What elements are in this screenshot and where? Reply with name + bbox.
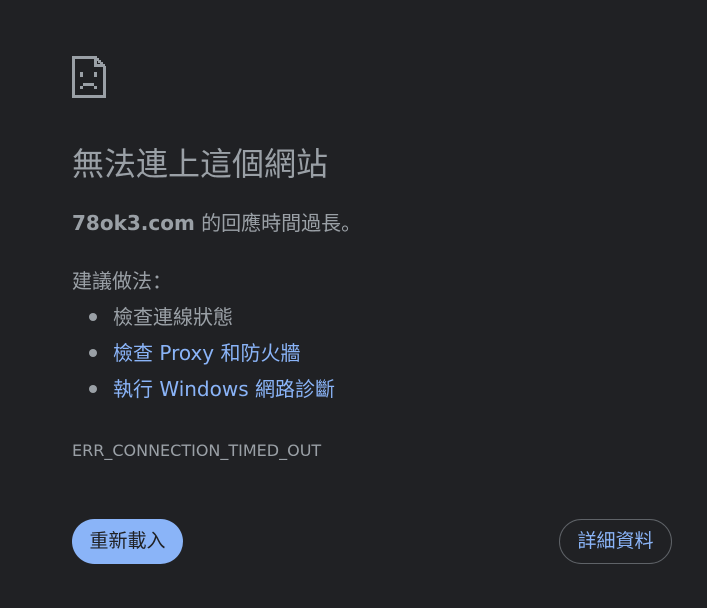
bullet-icon: [89, 313, 97, 321]
suggestion-label: 檢查連線狀態: [113, 305, 233, 329]
bullet-icon: [89, 385, 97, 393]
bullet-icon: [89, 349, 97, 357]
error-page: 無法連上這個網站 78ok3.com 的回應時間過長。 建議做法： 檢查連線狀態…: [72, 56, 672, 460]
error-message: 78ok3.com 的回應時間過長。: [72, 209, 361, 237]
suggestion-windows-diagnostics[interactable]: 執行 Windows 網路診斷: [72, 375, 335, 411]
reload-button[interactable]: 重新載入: [72, 519, 183, 564]
error-code: ERR_CONNECTION_TIMED_OUT: [72, 441, 322, 460]
suggestion-link-label[interactable]: 執行 Windows 網路診斷: [113, 377, 335, 401]
suggestion-check-proxy-firewall[interactable]: 檢查 Proxy 和防火牆: [72, 339, 335, 375]
suggestion-link-label[interactable]: 檢查 Proxy 和防火牆: [113, 341, 301, 365]
error-host: 78ok3.com: [72, 211, 195, 235]
details-button[interactable]: 詳細資料: [559, 519, 672, 564]
error-message-suffix: 的回應時間過長。: [194, 211, 362, 235]
suggestions-heading: 建議做法：: [72, 269, 172, 293]
sad-document-icon: [72, 56, 672, 98]
suggestion-check-connection: 檢查連線狀態: [72, 303, 335, 339]
page-title: 無法連上這個網站: [72, 145, 329, 183]
suggestions-list: 檢查連線狀態 檢查 Proxy 和防火牆 執行 Windows 網路診斷: [72, 303, 335, 411]
